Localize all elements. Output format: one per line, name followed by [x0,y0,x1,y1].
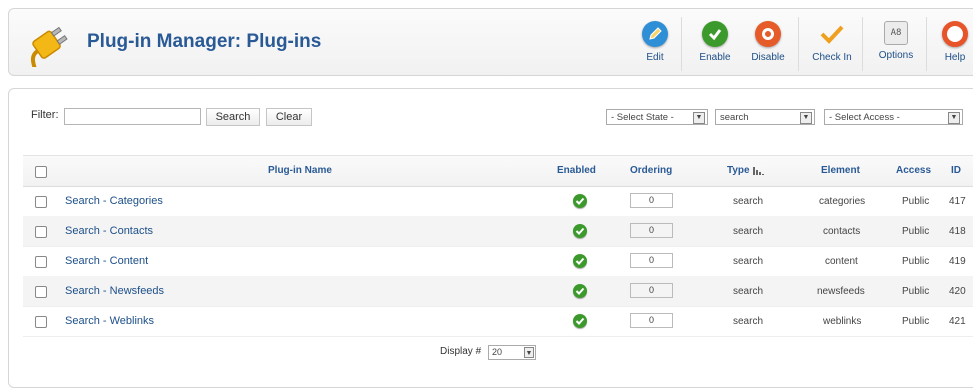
access-cell[interactable]: Public [902,256,929,267]
access-cell[interactable]: Public [902,286,929,297]
lifebuoy-icon [942,21,968,47]
row-checkbox[interactable] [35,316,47,328]
toolbar: Plug-in Manager: Plug-ins Edit Enable Di… [8,8,973,76]
table-row: Search - Contacts 0 search contacts Publ… [23,216,973,247]
toolbar-divider [862,17,863,71]
edit-button[interactable]: Edit [634,15,676,73]
type-cell: search [733,286,764,297]
disable-label: Disable [751,52,785,63]
display-count-select[interactable]: 20 ▼ [488,345,536,360]
checkmark-icon [819,21,845,47]
element-cell: categories [819,196,866,207]
chevron-down-icon: ▼ [800,112,812,124]
ordering-input[interactable]: 0 [630,223,673,238]
enable-label: Enable [699,52,731,63]
toolbar-divider [926,17,927,71]
element-cell: newsfeeds [817,286,865,297]
table-row: Search - Newsfeeds 0 search newsfeeds Pu… [23,276,973,307]
toolbar-divider [681,17,682,71]
col-enabled[interactable]: Enabled [557,165,596,176]
plugin-name-link[interactable]: Search - Content [65,255,148,267]
access-select[interactable]: - Select Access - ▼ [824,109,963,125]
row-checkbox[interactable] [35,256,47,268]
clear-button[interactable]: Clear [266,108,312,126]
col-ordering[interactable]: Ordering [630,165,672,176]
filter-input[interactable] [64,108,201,125]
plugin-name-link[interactable]: Search - Weblinks [65,315,154,327]
type-cell: search [733,316,764,327]
type-cell: search [733,196,764,207]
type-cell: search [733,256,764,267]
ordering-input[interactable]: 0 [630,193,673,208]
options-icon: A8 [884,21,908,45]
ordering-input[interactable]: 0 [630,253,673,268]
enabled-check-icon[interactable] [573,314,587,328]
ordering-input[interactable]: 0 [630,283,673,298]
enabled-check-icon[interactable] [573,284,587,298]
access-cell[interactable]: Public [902,316,929,327]
id-cell: 421 [949,316,966,327]
check-in-label: Check In [812,52,852,63]
main-panel: Filter: Search Clear - Select State - ▼ … [8,88,973,388]
col-name[interactable]: Plug-in Name [268,165,332,176]
table-row: Search - Categories 0 search categories … [23,186,973,217]
type-select[interactable]: search ▼ [715,109,815,125]
element-cell: content [825,256,858,267]
id-cell: 418 [949,226,966,237]
type-select-value: search [720,111,749,123]
enabled-check-icon[interactable] [573,254,587,268]
element-cell: weblinks [823,316,862,327]
check-in-button[interactable]: Check In [806,15,858,73]
chevron-down-icon: ▼ [693,112,705,124]
row-checkbox[interactable] [35,226,47,238]
table-row: Search - Weblinks 0 search weblinks Publ… [23,306,973,337]
pencil-icon [642,21,668,47]
help-label: Help [944,52,966,63]
plugin-name-link[interactable]: Search - Contacts [65,225,153,237]
type-cell: search [733,226,764,237]
edit-label: Edit [646,52,664,63]
options-button[interactable]: A8 Options [871,15,921,73]
table-row: Search - Content 0 search content Public… [23,246,973,277]
toolbar-divider [798,17,799,71]
enabled-check-icon[interactable] [573,224,587,238]
display-count-value: 20 [492,347,503,357]
access-cell[interactable]: Public [902,196,929,207]
chevron-down-icon: ▼ [524,347,534,358]
state-select[interactable]: - Select State - ▼ [606,109,708,125]
filter-label: Filter: [31,109,59,121]
state-select-value: - Select State - [611,111,674,123]
select-all-checkbox[interactable] [35,166,47,178]
ordering-input[interactable]: 0 [630,313,673,328]
col-element[interactable]: Element [821,165,860,176]
access-cell[interactable]: Public [902,226,929,237]
page-title: Plug-in Manager: Plug-ins [87,31,322,52]
table-header: Plug-in Name Enabled Ordering Type Eleme… [23,155,973,187]
element-cell: contacts [823,226,861,237]
enable-button[interactable]: Enable [691,15,739,73]
row-checkbox[interactable] [35,286,47,298]
options-label: Options [878,50,914,61]
enabled-check-icon[interactable] [573,194,587,208]
plugin-name-link[interactable]: Search - Newsfeeds [65,285,164,297]
check-icon [702,21,728,47]
access-select-value: - Select Access - [829,111,900,123]
help-button[interactable]: Help [935,15,973,73]
id-cell: 419 [949,256,966,267]
chevron-down-icon: ▼ [948,112,960,124]
col-id[interactable]: ID [951,165,961,176]
disable-icon [755,21,781,47]
sort-icon [753,167,764,175]
display-count-label: Display # [440,346,482,357]
plugin-name-link[interactable]: Search - Categories [65,195,163,207]
disable-button[interactable]: Disable [743,15,793,73]
id-cell: 420 [949,286,966,297]
search-button[interactable]: Search [206,108,260,126]
row-checkbox[interactable] [35,196,47,208]
col-type[interactable]: Type [727,165,750,176]
plugin-icon [30,26,68,67]
col-access[interactable]: Access [896,165,931,176]
id-cell: 417 [949,196,966,207]
